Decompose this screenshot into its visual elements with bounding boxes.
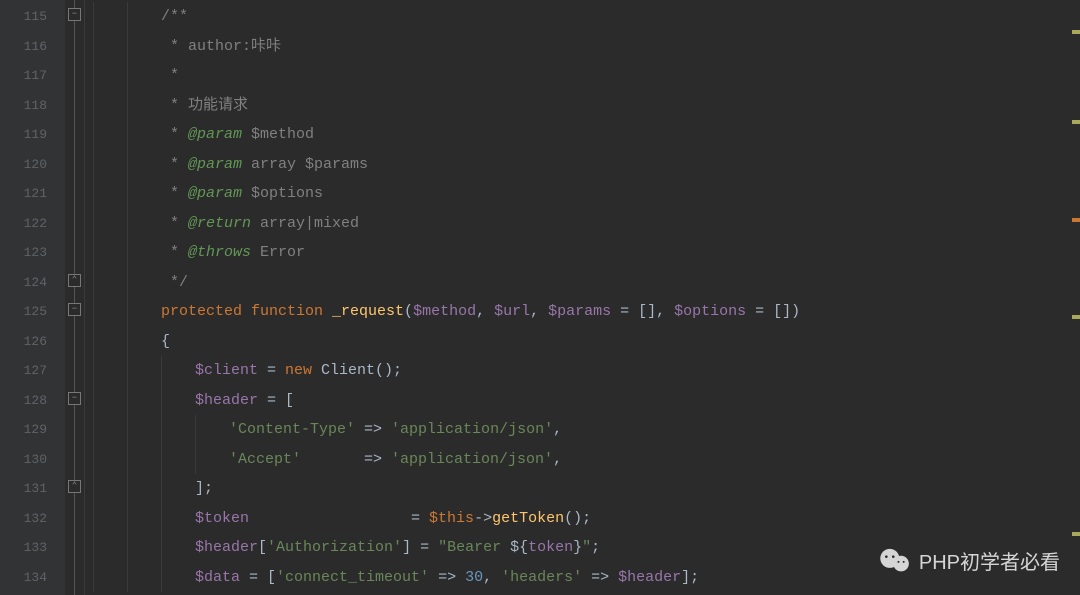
error-stripe-marker[interactable] <box>1072 120 1080 124</box>
error-stripe-marker[interactable] <box>1072 315 1080 319</box>
fold-gutter[interactable]: − ⌃ − − ⌃ <box>65 0 85 595</box>
line-number: 119 <box>0 120 65 150</box>
line-number: 130 <box>0 445 65 475</box>
fold-end-icon[interactable]: ⌃ <box>68 480 81 493</box>
line-number: 133 <box>0 533 65 563</box>
line-number: 131 <box>0 474 65 504</box>
line-number: 125 <box>0 297 65 327</box>
code-line[interactable]: * <box>93 61 1080 91</box>
line-number: 129 <box>0 415 65 445</box>
code-line[interactable]: * @param $method <box>93 120 1080 150</box>
code-line[interactable]: 'Accept' => 'application/json', <box>93 445 1080 475</box>
line-number: 116 <box>0 32 65 62</box>
error-stripe-marker[interactable] <box>1072 532 1080 536</box>
line-number: 118 <box>0 91 65 121</box>
code-line[interactable]: * @param $options <box>93 179 1080 209</box>
code-line[interactable]: ]; <box>93 474 1080 504</box>
line-number: 122 <box>0 209 65 239</box>
error-stripe-marker[interactable] <box>1072 30 1080 34</box>
line-number: 128 <box>0 386 65 416</box>
wechat-icon <box>879 548 911 574</box>
code-line[interactable]: $token = $this->getToken(); <box>93 504 1080 534</box>
code-line[interactable]: 'Content-Type' => 'application/json', <box>93 415 1080 445</box>
fold-collapse-icon[interactable]: − <box>68 303 81 316</box>
fold-collapse-icon[interactable]: − <box>68 8 81 21</box>
code-line[interactable]: { <box>93 327 1080 357</box>
line-number: 132 <box>0 504 65 534</box>
code-line[interactable]: /** <box>93 2 1080 32</box>
code-line[interactable]: * @param array $params <box>93 150 1080 180</box>
scrollbar-markers <box>1070 0 1080 595</box>
fold-end-icon[interactable]: ⌃ <box>68 274 81 287</box>
code-line[interactable]: * @return array|mixed <box>93 209 1080 239</box>
line-number: 120 <box>0 150 65 180</box>
watermark-text: PHP初学者必看 <box>919 546 1060 575</box>
code-line[interactable]: * @throws Error <box>93 238 1080 268</box>
line-number: 123 <box>0 238 65 268</box>
code-line[interactable]: $client = new Client(); <box>93 356 1080 386</box>
line-number: 121 <box>0 179 65 209</box>
code-line[interactable]: protected function _request($method, $ur… <box>93 297 1080 327</box>
watermark: PHP初学者必看 <box>879 546 1060 575</box>
code-line[interactable]: * author:咔咔 <box>93 32 1080 62</box>
error-stripe-marker[interactable] <box>1072 218 1080 222</box>
fold-collapse-icon[interactable]: − <box>68 392 81 405</box>
line-number: 124 <box>0 268 65 298</box>
code-line[interactable]: * 功能请求 <box>93 91 1080 121</box>
line-number: 134 <box>0 563 65 593</box>
line-number: 126 <box>0 327 65 357</box>
code-editor[interactable]: 1151161171181191201211221231241251261271… <box>0 0 1080 595</box>
code-line[interactable]: $header = [ <box>93 386 1080 416</box>
line-number-gutter: 1151161171181191201211221231241251261271… <box>0 0 65 595</box>
line-number: 115 <box>0 2 65 32</box>
code-line[interactable]: */ <box>93 268 1080 298</box>
code-area[interactable]: /** * author:咔咔 * * 功能请求 * @param $metho… <box>85 0 1080 595</box>
line-number: 117 <box>0 61 65 91</box>
line-number: 127 <box>0 356 65 386</box>
